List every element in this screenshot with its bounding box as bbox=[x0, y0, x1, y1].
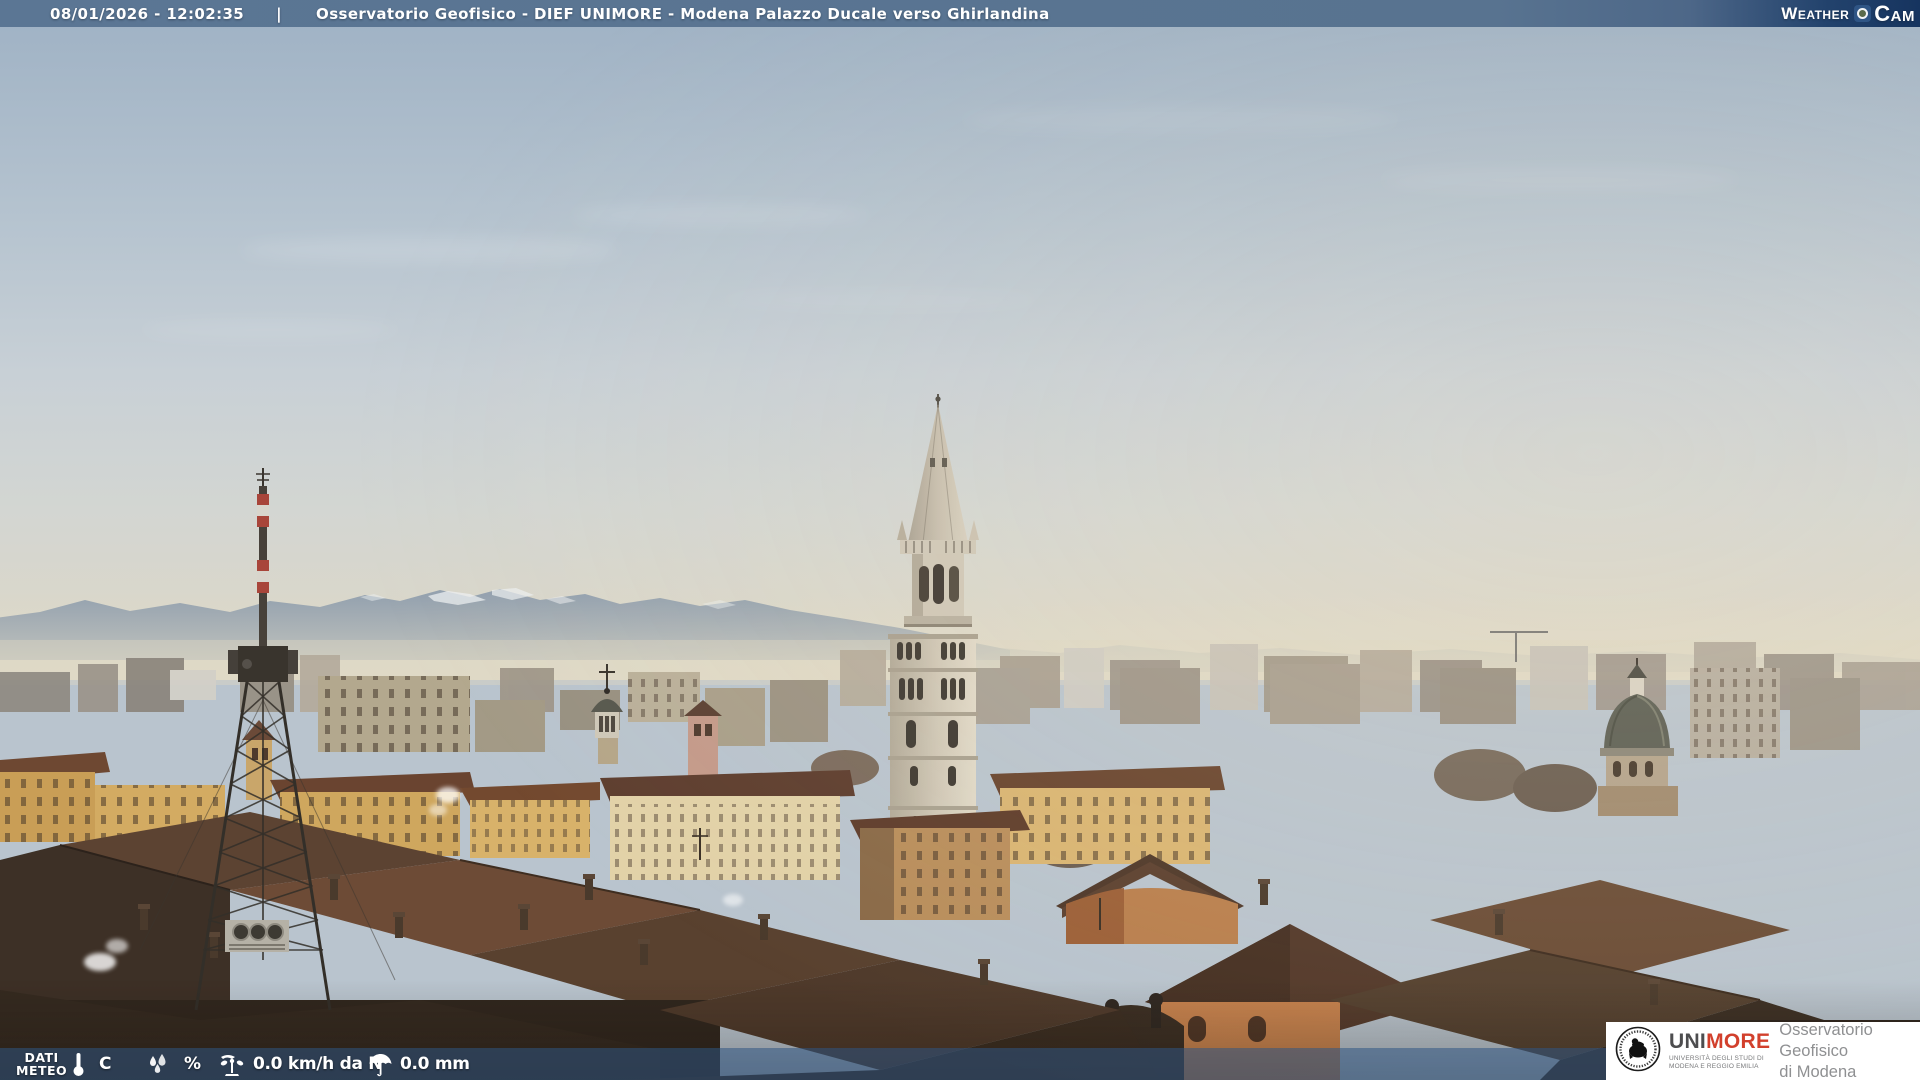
wind-readout: 0.0 km/h da N bbox=[218, 1048, 382, 1080]
university-subtitle: UNIVERSITÀ DEGLI STUDI DI MODENA E REGGI… bbox=[1669, 1055, 1770, 1070]
subtitle-line2: MODENA E REGGIO EMILIA bbox=[1669, 1062, 1759, 1070]
unimore-wordmark: UNIMORE UNIVERSITÀ DEGLI STUDI DI MODENA… bbox=[1669, 1030, 1771, 1070]
timestamp: 08/01/2026 - 12:02:35 bbox=[50, 4, 245, 23]
umbrella-icon bbox=[368, 1052, 393, 1077]
camera-title: Osservatorio Geofisico - DIEF UNIMORE - … bbox=[316, 4, 1050, 23]
wind-value: 0.0 km/h da N bbox=[253, 1054, 383, 1074]
rain-value: 0.0 mm bbox=[400, 1054, 470, 1074]
observatory-line2: di Modena bbox=[1779, 1062, 1857, 1080]
temperature-readout: C bbox=[72, 1048, 111, 1080]
unimore-logo-box: UNIMORE UNIVERSITÀ DEGLI STUDI DI MODENA… bbox=[1606, 1020, 1920, 1080]
humidity-readout: % bbox=[146, 1048, 201, 1080]
weathercam-word: Weather bbox=[1781, 3, 1850, 23]
rain-readout: 0.0 mm bbox=[368, 1048, 470, 1080]
anemometer-icon bbox=[218, 1051, 246, 1077]
unimore-seal bbox=[1615, 1026, 1661, 1077]
thermometer-icon bbox=[72, 1052, 85, 1077]
meteo-label: METEO bbox=[16, 1063, 68, 1078]
sunlight-glow bbox=[0, 0, 1920, 1080]
humidity-unit: % bbox=[184, 1054, 201, 1074]
humidity-icon bbox=[146, 1052, 170, 1076]
webcam-photo bbox=[0, 0, 1920, 1080]
subtitle-line1: UNIVERSITÀ DEGLI STUDI DI bbox=[1669, 1055, 1764, 1062]
temperature-unit: C bbox=[99, 1054, 112, 1074]
brand-uni: UNI bbox=[1669, 1030, 1707, 1053]
observatory-line1: Osservatorio Geofisico bbox=[1779, 1020, 1873, 1060]
dati-meteo-label: DATI METEO bbox=[16, 1048, 67, 1080]
webcam-page: 08/01/2026 - 12:02:35 | Osservatorio Geo… bbox=[0, 0, 1920, 1080]
top-bar: 08/01/2026 - 12:02:35 | Osservatorio Geo… bbox=[0, 0, 1920, 27]
weathercam-logo: Weather Cam bbox=[1781, 1, 1915, 27]
brand-more: MORE bbox=[1706, 1030, 1771, 1053]
separator: | bbox=[276, 4, 283, 23]
camera-lens-icon bbox=[1854, 5, 1872, 22]
weathercam-cam: Cam bbox=[1874, 0, 1915, 26]
observatory-name: Osservatorio Geofisico di Modena bbox=[1779, 1020, 1920, 1080]
